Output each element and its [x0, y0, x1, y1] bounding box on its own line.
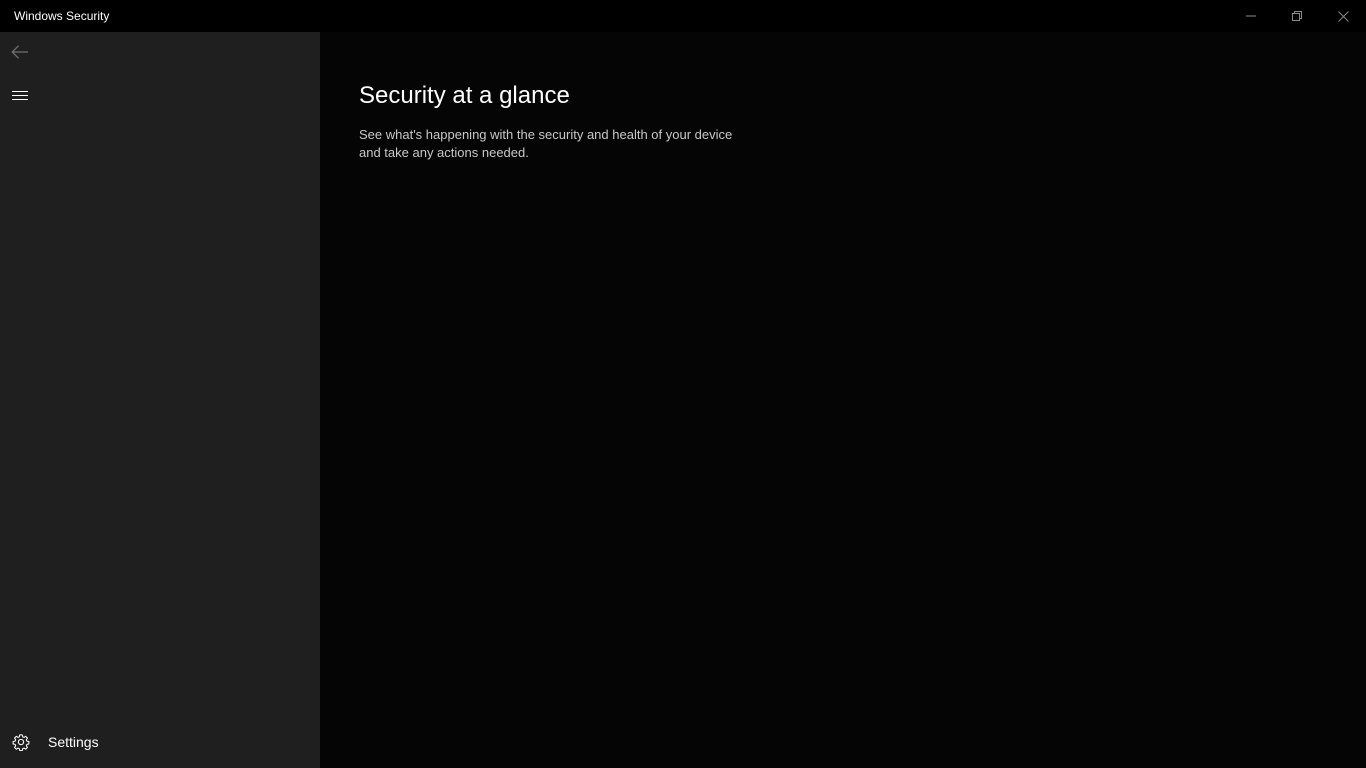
close-button[interactable] — [1320, 0, 1366, 32]
gear-icon — [0, 722, 42, 762]
back-arrow-icon — [11, 45, 28, 59]
close-icon — [1337, 10, 1349, 22]
navigation-pane: Settings — [0, 32, 320, 768]
settings-nav-item[interactable]: Settings — [0, 722, 320, 762]
window-title: Windows Security — [14, 9, 110, 23]
page-description: See what's happening with the security a… — [359, 127, 733, 160]
restore-icon — [1292, 11, 1302, 21]
main-content: Security at a glance See what's happenin… — [320, 32, 1366, 768]
minimize-icon — [1246, 15, 1256, 17]
page-title: Security at a glance — [359, 82, 570, 109]
hamburger-menu-button[interactable] — [0, 76, 40, 116]
app-window: Windows Security Settings Security at a … — [0, 0, 1366, 768]
hamburger-menu-icon — [12, 91, 28, 100]
restore-button[interactable] — [1274, 0, 1320, 32]
back-button[interactable] — [0, 32, 40, 72]
minimize-button[interactable] — [1228, 0, 1274, 32]
settings-label: Settings — [48, 734, 99, 750]
title-bar[interactable]: Windows Security — [0, 0, 1366, 32]
